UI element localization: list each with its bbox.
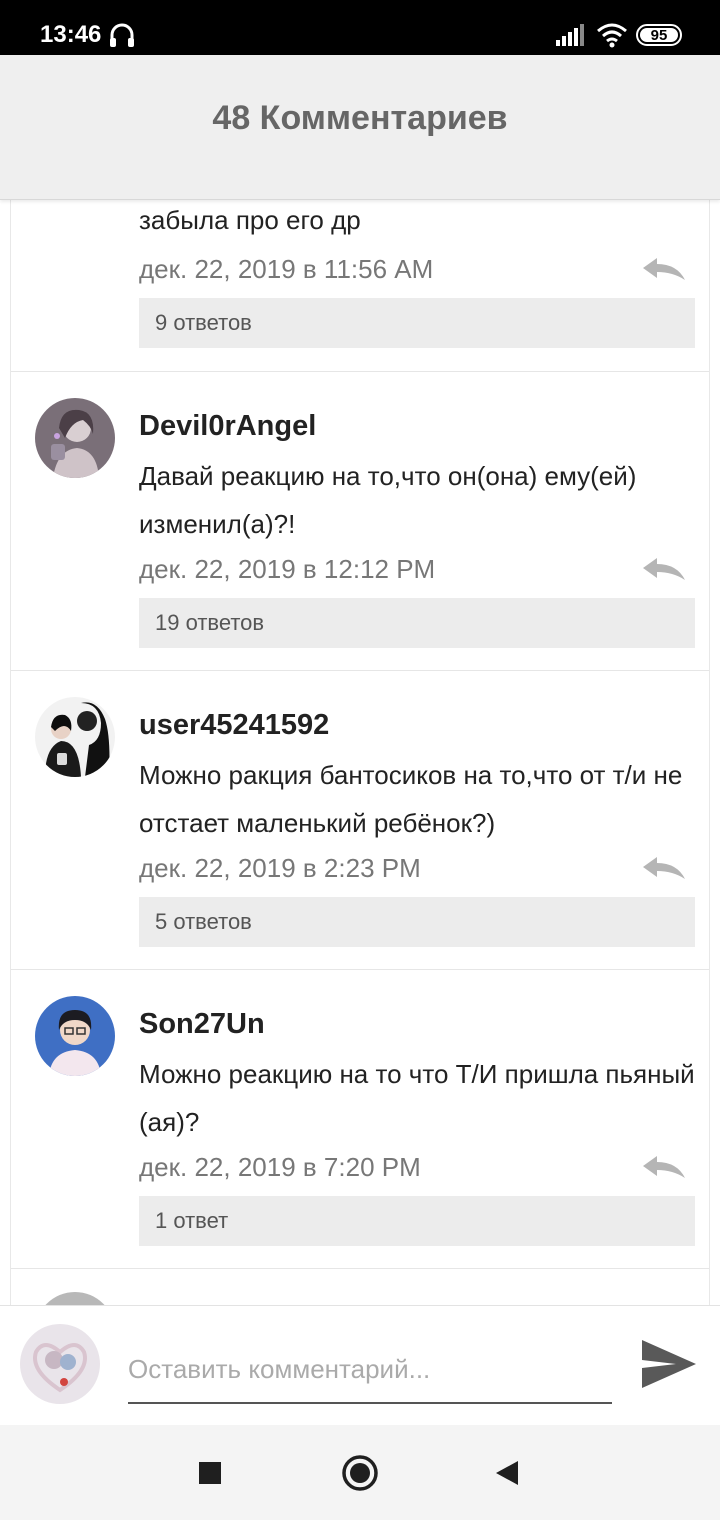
- comment-date: дек. 22, 2019 в 2:23 PM: [139, 853, 421, 883]
- system-nav-bar: [0, 1425, 720, 1520]
- page-title: 48 Комментариев: [212, 99, 508, 137]
- status-bar: 13:46 95: [0, 0, 720, 55]
- send-icon[interactable]: [640, 1338, 698, 1390]
- comment-author[interactable]: user45241592: [139, 709, 329, 742]
- comment-input[interactable]: [128, 1336, 612, 1404]
- headphones-icon: [110, 23, 134, 47]
- reply-icon[interactable]: [641, 855, 687, 885]
- avatar[interactable]: [35, 398, 115, 478]
- comment-date: дек. 22, 2019 в 11:56 AM: [139, 254, 434, 284]
- avatar[interactable]: [35, 1292, 115, 1305]
- comment-text: Давай реакцию на то,что он(она) ему(ей) …: [139, 461, 637, 539]
- replies-button[interactable]: 19 ответов: [139, 598, 695, 648]
- status-time: 13:46: [40, 21, 102, 48]
- reply-icon[interactable]: [641, 1154, 687, 1184]
- recents-icon[interactable]: [190, 1453, 230, 1493]
- comment-item: user45241592 Можно ракция бантосиков на …: [11, 671, 709, 970]
- avatar[interactable]: [35, 996, 115, 1076]
- reply-icon[interactable]: [641, 256, 687, 286]
- user-avatar[interactable]: [20, 1324, 100, 1404]
- comment-date: дек. 22, 2019 в 12:12 PM: [139, 554, 436, 584]
- reply-icon[interactable]: [641, 556, 687, 586]
- back-icon[interactable]: [488, 1453, 528, 1493]
- comment-composer: [0, 1305, 720, 1425]
- comment-date: дек. 22, 2019 в 7:20 PM: [139, 1152, 421, 1182]
- comment-text: забыла про его др: [139, 205, 361, 235]
- battery-level: 95: [650, 26, 668, 44]
- comments-list[interactable]: забыла про его др дек. 22, 2019 в 11:56 …: [10, 200, 710, 1305]
- replies-button[interactable]: 9 ответов: [139, 298, 695, 348]
- battery-icon: 95: [636, 24, 682, 46]
- comments-screen: 13:46 95 48 Комментариев забыла про его …: [0, 0, 720, 1520]
- comment-author[interactable]: Son27Un: [139, 1008, 265, 1041]
- replies-button[interactable]: 1 ответ: [139, 1196, 695, 1246]
- comment-text: Можно ракция бантосиков на то,что от т/и…: [139, 760, 683, 838]
- wifi-icon: [597, 23, 627, 48]
- replies-button[interactable]: 5 ответов: [139, 897, 695, 947]
- comments-header: 48 Комментариев: [0, 55, 720, 200]
- comment-author[interactable]: Devil0rAngel: [139, 410, 316, 443]
- signal-icon: [556, 24, 584, 46]
- home-icon[interactable]: [340, 1453, 380, 1493]
- comment-item: забыла про его др дек. 22, 2019 в 11:56 …: [11, 200, 709, 372]
- avatar[interactable]: [35, 697, 115, 777]
- comment-item: Devil0rAngel Давай реакцию на то,что он(…: [11, 372, 709, 671]
- comment-item: Son27Un Можно реакцию на то что Т/И приш…: [11, 970, 709, 1269]
- comment-text: Можно реакцию на то что Т/И пришла пьяны…: [139, 1059, 695, 1137]
